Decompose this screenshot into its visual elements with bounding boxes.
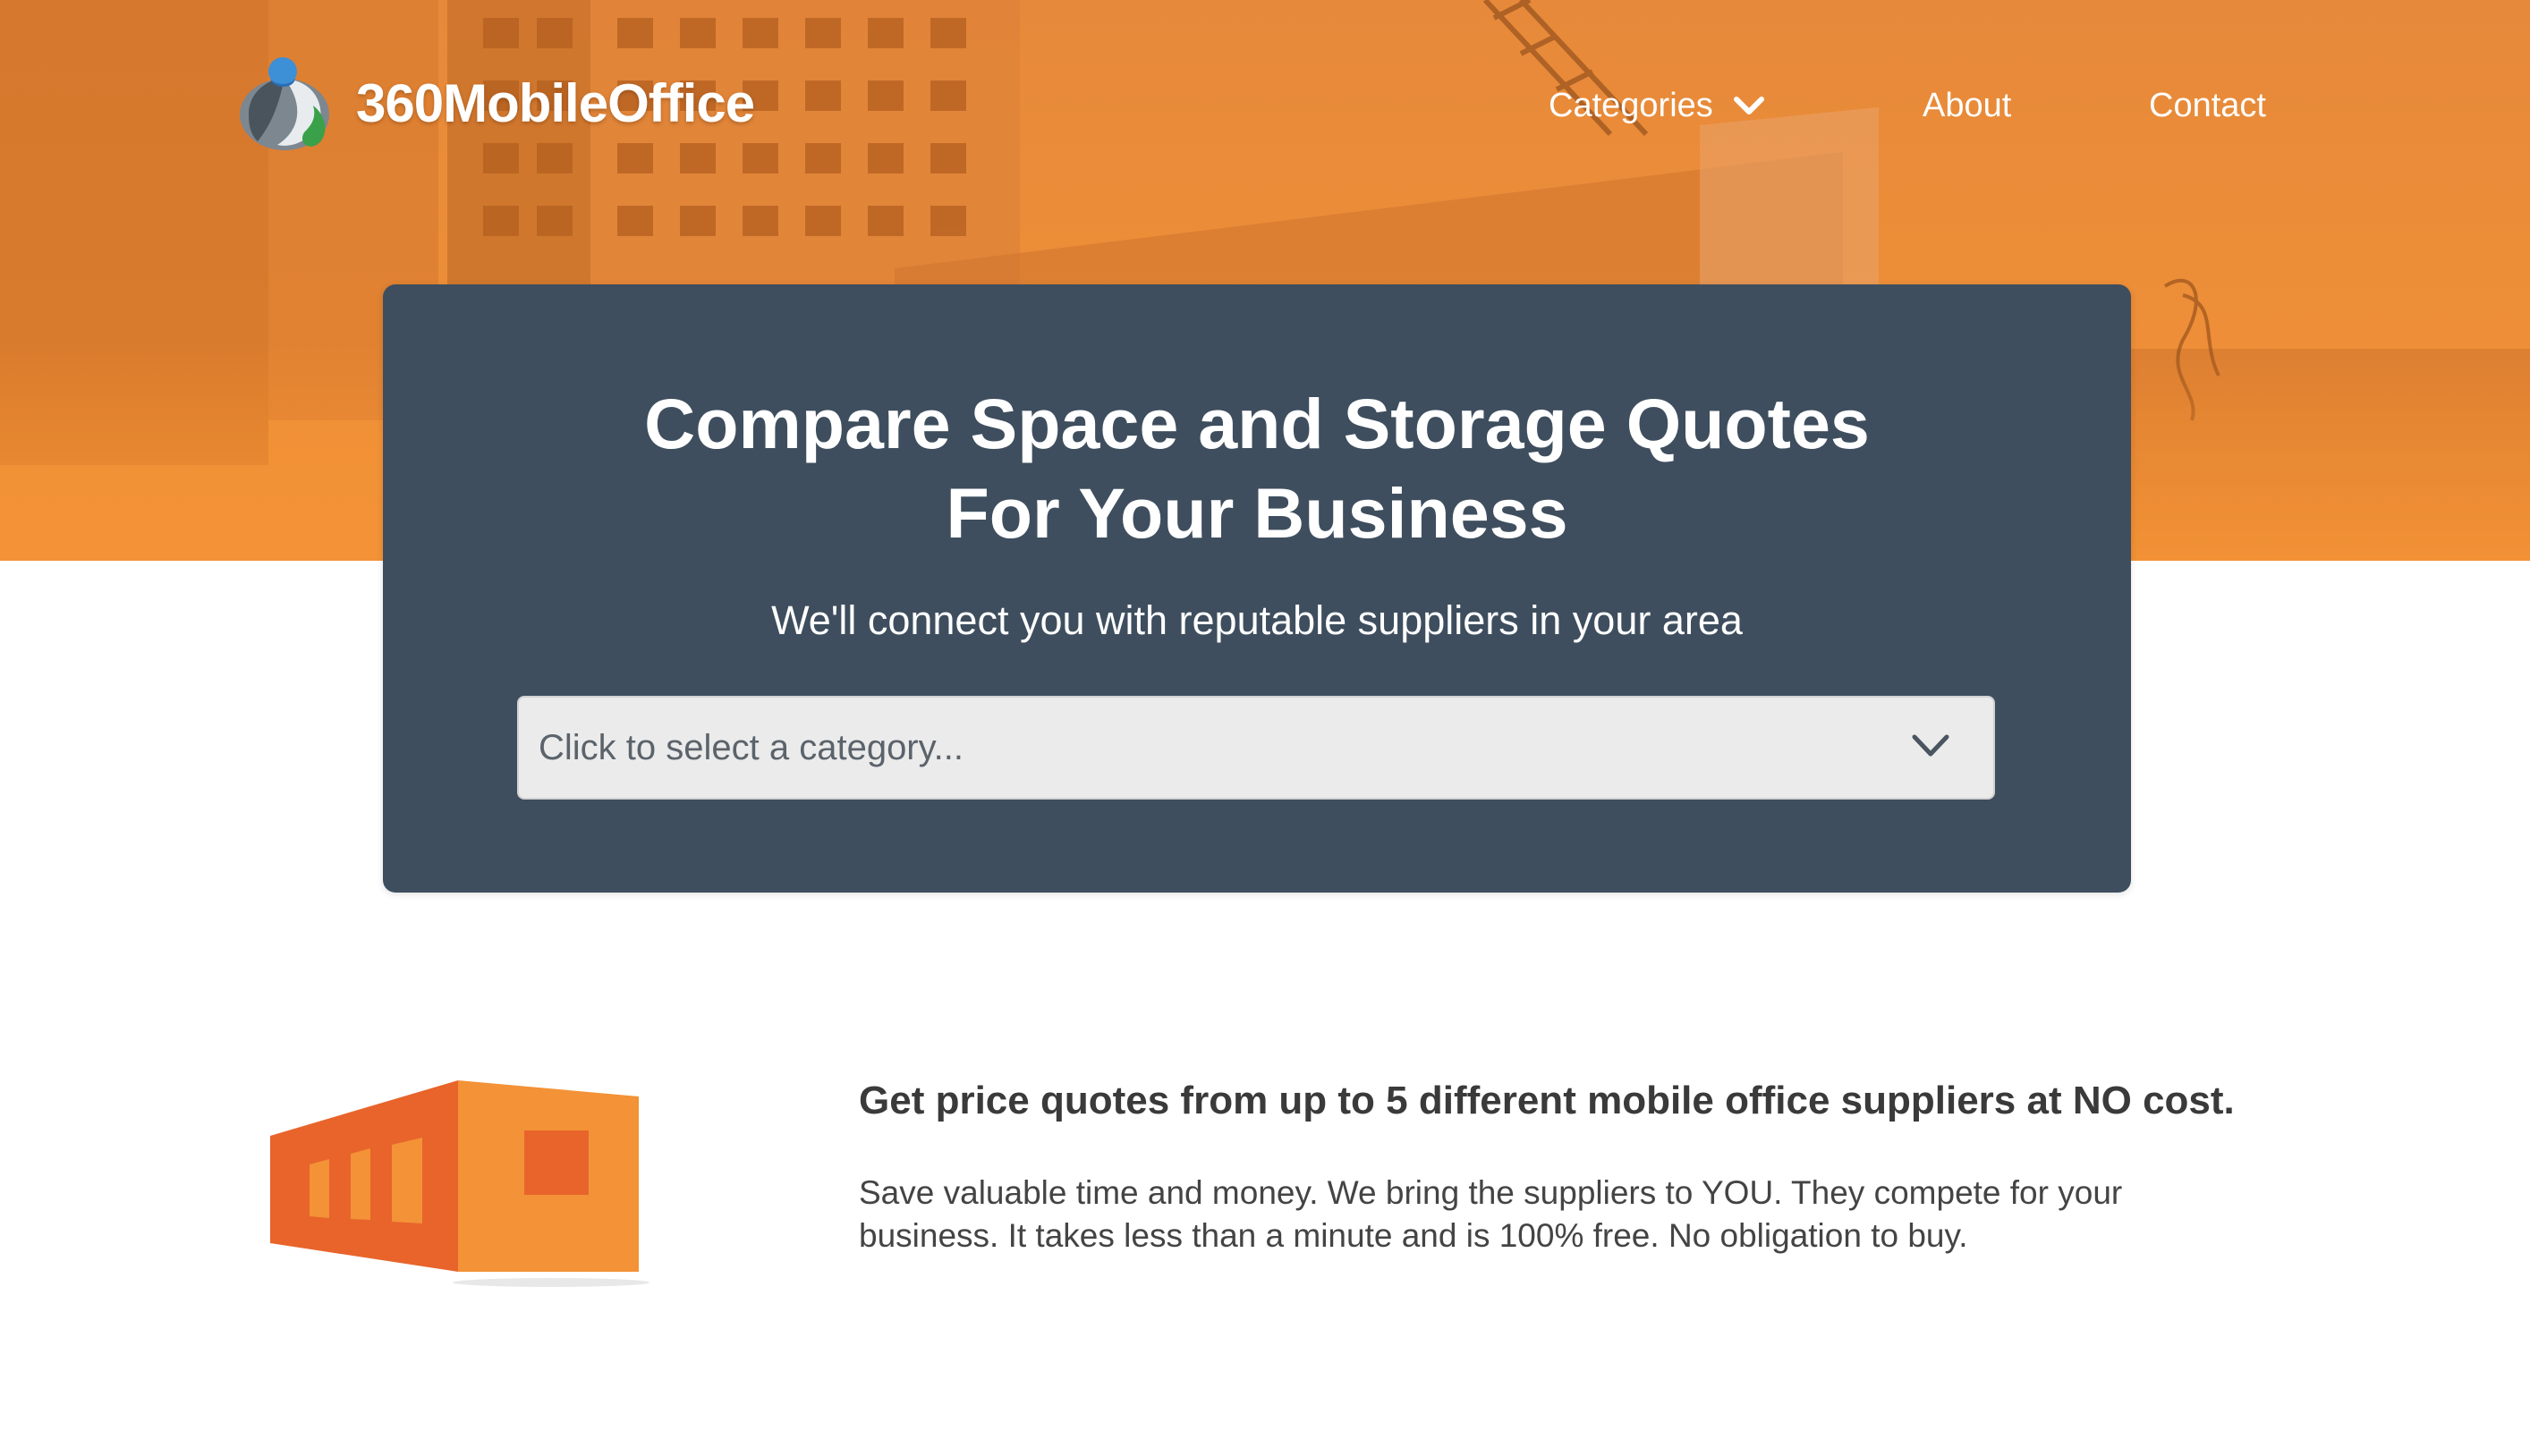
top-nav: Categories About Contact [0,79,2530,132]
hero-title: Compare Space and Storage Quotes For You… [383,379,2131,558]
nav-about-label: About [1923,87,2012,124]
quote-card: Compare Space and Storage Quotes For You… [383,284,2131,893]
category-select-placeholder: Click to select a category... [539,728,964,767]
category-select[interactable]: Click to select a category... [517,696,1995,800]
hero-title-line2: For Your Business [946,473,1568,553]
hero-subtitle: We'll connect you with reputable supplie… [771,597,1743,643]
mobile-office-container-icon [270,1080,649,1287]
feature-body: Save valuable time and money. We bring t… [859,1174,2123,1254]
nav-categories-label: Categories [1549,87,1713,124]
chevron-down-icon [1912,734,1949,757]
nav-contact-label: Contact [2149,87,2266,124]
nav-categories-dropdown[interactable]: Categories [1549,79,1765,132]
hero-title-line1: Compare Space and Storage Quotes [644,384,1870,463]
feature-heading: Get price quotes from up to 5 different … [859,1079,2235,1122]
page: 360MobileOffice Categories About Contact… [0,0,2530,1456]
nav-about-link[interactable]: About [1923,79,2011,132]
chevron-down-icon [1733,97,1764,114]
nav-contact-link[interactable]: Contact [2149,79,2266,132]
